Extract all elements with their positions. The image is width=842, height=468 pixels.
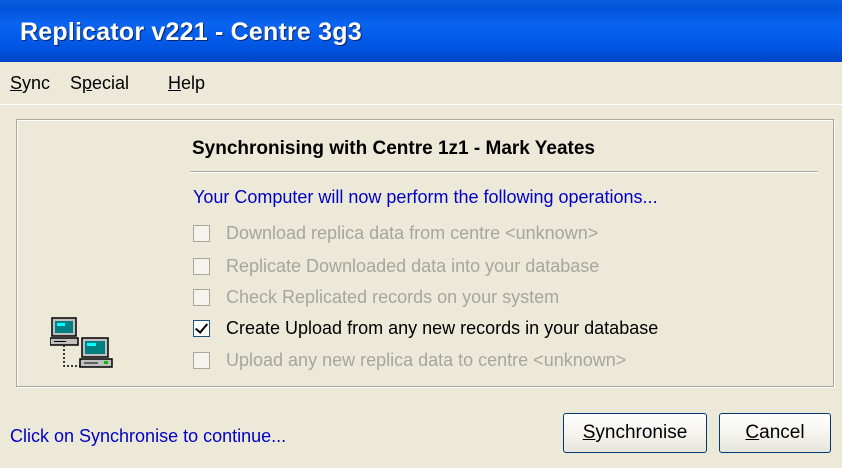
replicator-window: Replicator v221 - Centre 3g3 Sync Specia… [0, 0, 842, 468]
menu-sync-rest: ync [22, 73, 51, 93]
operation-upload-label: Upload any new replica data to centre <u… [226, 350, 627, 370]
sync-heading: Synchronising with Centre 1z1 - Mark Yea… [192, 138, 595, 159]
network-computers-icon [50, 317, 113, 368]
menu-special-accel: p [82, 73, 93, 93]
menu-sync-accel: S [10, 73, 23, 93]
heading-divider [190, 171, 818, 172]
menu-special-rest: ecial [92, 73, 130, 93]
status-message: Click on Synchronise to continue... [10, 426, 287, 446]
menu-bar: Sync Special Help [0, 62, 842, 105]
synchronise-rest: ynchronise [595, 422, 688, 443]
menu-help-rest: elp [181, 73, 206, 93]
operation-create-upload-label: Create Upload from any new records in yo… [226, 318, 659, 338]
create-upload-checkbox[interactable] [193, 320, 210, 337]
cancel-accel: C [745, 422, 760, 443]
synchronise-accel: S [582, 422, 596, 443]
operations-intro: Your Computer will now perform the follo… [193, 187, 658, 207]
upload-checkbox[interactable] [193, 352, 210, 369]
operation-download-label: Download replica data from centre <unkno… [226, 223, 599, 243]
window-title: Replicator v221 - Centre 3g3 [20, 18, 362, 46]
operation-check-label: Check Replicated records on your system [226, 287, 560, 307]
cancel-button[interactable]: Cancel [719, 413, 831, 453]
check-checkbox[interactable] [193, 289, 210, 306]
menu-help-accel: H [168, 73, 181, 93]
download-checkbox[interactable] [193, 225, 210, 242]
title-bar[interactable]: Replicator v221 - Centre 3g3 [0, 0, 842, 62]
menu-special-pre: S [70, 73, 83, 93]
menu-help[interactable]: Help [168, 73, 205, 94]
operation-replicate-label: Replicate Downloaded data into your data… [226, 256, 600, 276]
cancel-rest: ancel [759, 422, 805, 443]
synchronise-button[interactable]: Synchronise [563, 413, 707, 453]
replicate-checkbox[interactable] [193, 258, 210, 275]
menu-special[interactable]: Special [70, 73, 129, 94]
menu-sync[interactable]: Sync [10, 73, 50, 94]
